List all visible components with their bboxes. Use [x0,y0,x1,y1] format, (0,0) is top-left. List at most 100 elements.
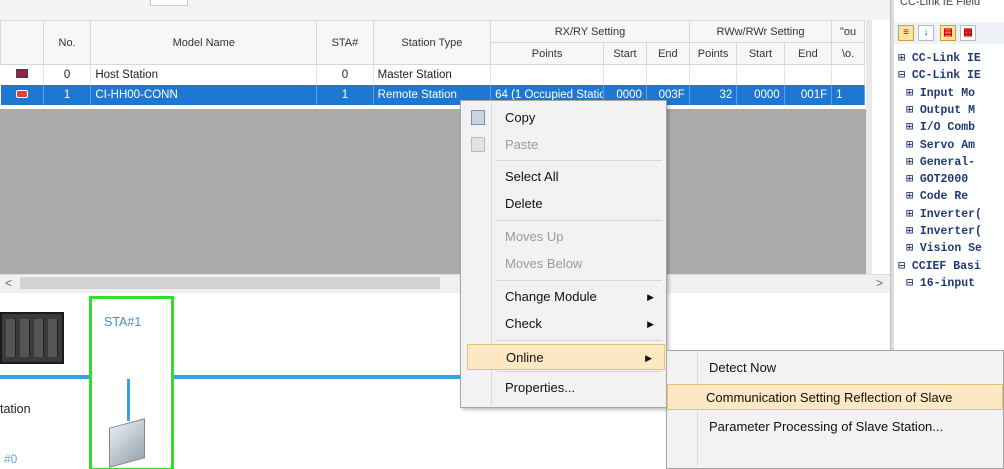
menu-item-label: Check [505,316,542,331]
header-station-type[interactable]: Station Type [372,20,492,65]
scroll-left-icon[interactable]: < [5,276,12,290]
submenu-item-label: Parameter Processing of Slave Station... [709,419,944,434]
menu-item-label: Change Module [505,289,597,304]
tree-item[interactable]: ⊞ Code Re [906,188,968,205]
menu-item-label: Moves Up [505,229,564,244]
header-rx-start[interactable]: Start [603,42,647,65]
cell-extra [831,64,865,85]
cell-points [490,64,604,85]
cell-end2 [784,64,833,85]
station-table: No. Model Name STA# Station Type RX/RY S… [0,20,865,105]
menu-item-change-module[interactable]: Change Module ▶ [461,284,666,310]
cell-start2 [736,64,785,85]
scroll-right-icon[interactable]: > [876,276,883,290]
tree-item[interactable]: ⊟ CCIEF Basi [898,258,981,275]
cell-points2: 32 [689,84,738,105]
menu-item-label: Delete [505,196,543,211]
menu-item-moves-up: Moves Up [461,224,666,250]
menu-item-delete[interactable]: Delete [461,191,666,217]
tree-item[interactable]: ⊞ Inverter( [906,223,982,240]
submenu-arrow-icon: ▶ [645,353,652,363]
header-sta[interactable]: STA# [316,20,374,65]
tree-item[interactable]: ⊞ CC-Link IE [898,50,981,67]
menu-item-label: Properties... [505,380,576,395]
menu-item-select-all[interactable]: Select All [461,164,666,190]
cell-points2 [689,64,738,85]
online-submenu: Detect Now Communication Setting Reflecti… [666,350,1004,469]
header-model-name[interactable]: Model Name [90,20,318,65]
menu-item-paste: Paste [461,132,666,158]
submenu-item-label: Communication Setting Reflection of Slav… [706,390,953,405]
context-menu: Copy Paste Select All Delete Moves Up Moves B… [460,100,667,408]
cell-start2: 0000 [736,84,785,105]
menu-item-label: Copy [505,110,536,125]
menu-item-label: Select All [505,169,559,184]
module-list-toolbar: ≡ ↓ ▤ ▦ [894,22,1004,44]
header-extra: "ou [831,20,865,43]
header-no[interactable]: No. [42,20,92,65]
tree-item[interactable]: ⊞ Input Mo [906,85,975,102]
filter-icon[interactable]: ▤ [940,25,956,41]
cell-sta: 0 [316,64,374,85]
cell-type: Master Station [373,64,492,85]
scrollbar-thumb[interactable] [20,277,440,289]
network-bus-line [0,375,89,379]
cell-start [603,64,647,85]
table-row-selected[interactable]: 1 CI-HH00-CONN 1 Remote Station 64 (1 Oc… [0,84,865,105]
copy-icon [471,110,485,125]
app-window: No. Model Name STA# Station Type RX/RY S… [0,0,1004,469]
header-rx-end[interactable]: End [645,42,690,65]
menu-item-check[interactable]: Check ▶ [461,311,666,337]
top-strip [0,0,890,20]
sort-icon[interactable]: ≡ [898,25,914,41]
network-bus-line [174,375,474,379]
master-plc-icon[interactable] [0,312,64,364]
table-empty-area [0,109,872,274]
menu-item-moves-below: Moves Below [461,251,666,277]
menu-item-properties[interactable]: Properties... [461,375,666,401]
remote-station-icon [0,84,44,105]
cell-end [646,64,690,85]
master-station-icon [0,64,44,85]
tree-item[interactable]: ⊞ Servo Am [906,137,975,154]
cell-no: 0 [43,64,92,85]
menu-item-label: Online [506,350,544,365]
cell-no: 1 [43,84,92,105]
cell-extra: 1 [831,84,865,105]
bus-tap-line [127,379,130,421]
tree-item[interactable]: ⊟ 16-input [906,275,975,292]
submenu-arrow-icon: ▶ [647,319,654,329]
table-row[interactable]: 0 Host Station 0 Master Station [0,64,865,85]
cell-end2: 001F [784,84,833,105]
header-rx-points[interactable]: Points [490,42,604,65]
bottom-station-label: #0 [4,452,18,466]
tree-item[interactable]: ⊞ Output M [906,102,975,119]
cell-model: Host Station [90,64,318,85]
header-rw-points[interactable]: Points [688,42,738,65]
submenu-item[interactable]: Detect Now [667,355,1003,381]
menu-item-online[interactable]: Online ▶ [467,344,665,370]
tree-item[interactable]: ⊞ General- [906,154,975,171]
menu-item-copy[interactable]: Copy [461,105,666,131]
tree-item[interactable]: ⊞ Inverter( [906,206,982,223]
icon-column-header [0,20,44,65]
tree-item[interactable]: ⊞ GOT2000 [906,171,968,188]
header-rw-start[interactable]: Start [736,42,785,65]
header-rxry-setting: RX/RY Setting [490,20,690,43]
tree-item[interactable]: ⊞ I/O Comb [906,119,975,136]
submenu-item-label: Detect Now [709,360,777,375]
menu-item-label: Moves Below [505,256,583,271]
header-extra2: \o. [831,42,865,65]
tree-item[interactable]: ⊟ CC-Link IE [898,67,981,84]
submenu-arrow-icon: ▶ [647,292,654,302]
submenu-item[interactable]: Parameter Processing of Slave Station... [667,414,1003,440]
sort-descending-icon[interactable]: ↓ [918,25,934,41]
menu-item-label: Paste [505,137,539,152]
vertical-scrollbar[interactable] [866,20,872,274]
tree-item[interactable]: ⊞ Vision Se [906,240,982,257]
cell-model: CI-HH00-CONN [90,84,318,105]
header-rw-end[interactable]: End [783,42,833,65]
submenu-item[interactable]: Communication Setting Reflection of Slav… [667,384,1003,410]
view-icon[interactable]: ▦ [960,25,976,41]
station-label: STA#1 [104,315,142,329]
